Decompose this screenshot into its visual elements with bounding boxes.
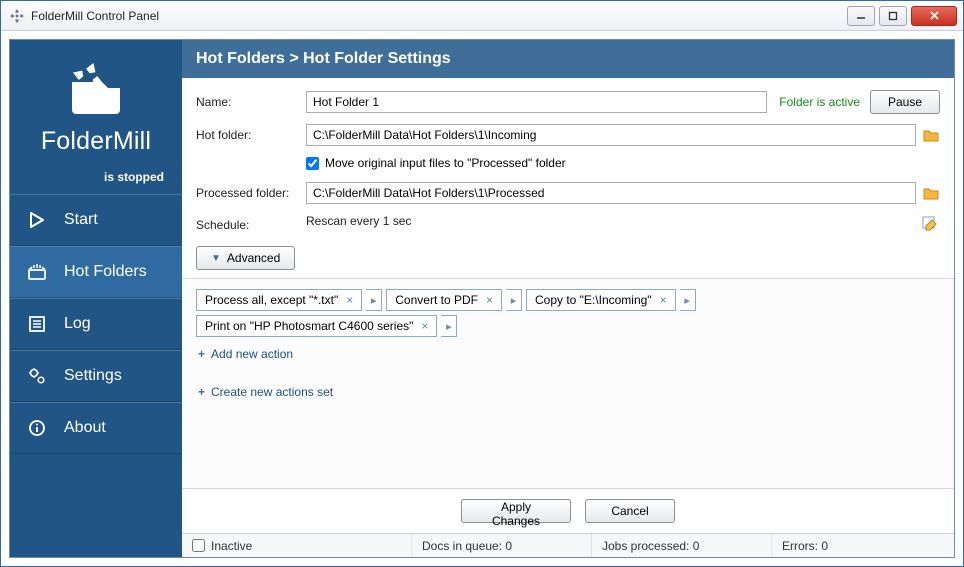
app-window: FolderMill Control Panel FolderMill: [0, 0, 964, 567]
sidebar: FolderMill is stopped Start Hot Folders …: [10, 40, 182, 557]
chip-arrow-icon[interactable]: ▸: [506, 289, 522, 311]
app-icon: [9, 8, 25, 24]
nav-log[interactable]: Log: [10, 298, 182, 350]
browse-hotfolder-icon[interactable]: [922, 128, 940, 142]
remove-action-icon[interactable]: ×: [486, 293, 493, 307]
settings-icon: [26, 366, 48, 386]
chip-arrow-icon[interactable]: ▸: [441, 315, 457, 337]
nav: Start Hot Folders Log Settings: [10, 194, 182, 454]
edit-schedule-icon[interactable]: [922, 216, 940, 235]
brand-status: is stopped: [10, 170, 182, 184]
plus-icon: +: [198, 385, 205, 399]
chevron-down-icon: ▼: [211, 253, 221, 264]
form-area: Name: Folder is active Pause Hot folder:…: [182, 78, 954, 278]
hotfolder-input[interactable]: [306, 124, 916, 146]
main-panel: Hot Folders > Hot Folder Settings Name: …: [182, 40, 954, 557]
hot-folder-icon: [26, 262, 48, 282]
remove-action-icon[interactable]: ×: [421, 319, 428, 333]
apply-changes-button[interactable]: Apply Changes: [461, 499, 571, 523]
footer-buttons: Apply Changes Cancel: [182, 489, 954, 533]
status-bar: Inactive Docs in queue: 0 Jobs processed…: [182, 533, 954, 557]
cancel-button[interactable]: Cancel: [585, 499, 675, 523]
brand: FolderMill: [10, 40, 182, 170]
jobs-processed: Jobs processed: 0: [592, 534, 772, 557]
play-icon: [26, 211, 48, 229]
processed-input[interactable]: [306, 182, 916, 204]
folder-active-status: Folder is active: [779, 95, 860, 109]
action-chip[interactable]: Process all, except "*.txt" ×: [196, 289, 362, 311]
actions-area: Process all, except "*.txt"×▸Convert to …: [182, 278, 954, 489]
nav-label: About: [64, 419, 106, 437]
close-button[interactable]: [911, 6, 957, 26]
nav-label: Hot Folders: [64, 263, 147, 281]
remove-action-icon[interactable]: ×: [346, 293, 353, 307]
docs-in-queue: Docs in queue: 0: [412, 534, 592, 557]
action-chip-label: Process all, except "*.txt": [205, 293, 338, 307]
action-chip-label: Convert to PDF: [395, 293, 478, 307]
pause-button[interactable]: Pause: [870, 90, 940, 114]
action-chip[interactable]: Print on "HP Photosmart C4600 series" ×: [196, 315, 437, 337]
action-chip-row: Process all, except "*.txt"×▸Convert to …: [196, 289, 940, 337]
action-chip[interactable]: Copy to "E:\Incoming" ×: [526, 289, 676, 311]
action-chip-label: Copy to "E:\Incoming": [535, 293, 652, 307]
titlebar: FolderMill Control Panel: [1, 1, 963, 31]
log-icon: [26, 315, 48, 333]
move-files-checkbox[interactable]: [306, 157, 319, 170]
create-actions-set-link[interactable]: +Create new actions set: [198, 385, 940, 399]
window-controls: [847, 6, 957, 26]
nav-about[interactable]: About: [10, 402, 182, 454]
browse-processed-icon[interactable]: [922, 186, 940, 200]
chip-arrow-icon[interactable]: ▸: [366, 289, 382, 311]
action-chip-label: Print on "HP Photosmart C4600 series": [205, 319, 413, 333]
nav-label: Start: [64, 211, 98, 229]
action-chip[interactable]: Convert to PDF ×: [386, 289, 502, 311]
plus-icon: +: [198, 347, 205, 361]
nav-start[interactable]: Start: [10, 194, 182, 246]
maximize-button[interactable]: [879, 6, 907, 26]
breadcrumb: Hot Folders > Hot Folder Settings: [182, 40, 954, 78]
info-icon: [26, 419, 48, 437]
move-files-label: Move original input files to "Processed"…: [325, 156, 566, 170]
inactive-checkbox[interactable]: [192, 539, 205, 552]
processed-label: Processed folder:: [196, 186, 306, 200]
hotfolder-label: Hot folder:: [196, 128, 306, 142]
inactive-label: Inactive: [211, 539, 252, 553]
brand-logo-icon: [64, 62, 128, 116]
window-title: FolderMill Control Panel: [31, 9, 847, 23]
add-action-link[interactable]: +Add new action: [198, 347, 940, 361]
nav-settings[interactable]: Settings: [10, 350, 182, 402]
name-input[interactable]: [306, 91, 767, 113]
errors-count: Errors: 0: [772, 534, 954, 557]
remove-action-icon[interactable]: ×: [660, 293, 667, 307]
schedule-value: Rescan every 1 sec: [306, 214, 922, 236]
name-label: Name:: [196, 95, 306, 109]
minimize-button[interactable]: [847, 6, 875, 26]
chip-arrow-icon[interactable]: ▸: [680, 289, 696, 311]
advanced-button[interactable]: ▼Advanced: [196, 246, 295, 270]
brand-name: FolderMill: [20, 127, 172, 156]
nav-hot-folders[interactable]: Hot Folders: [10, 246, 182, 298]
schedule-label: Schedule:: [196, 218, 306, 232]
nav-label: Settings: [64, 367, 122, 385]
nav-label: Log: [64, 315, 91, 333]
